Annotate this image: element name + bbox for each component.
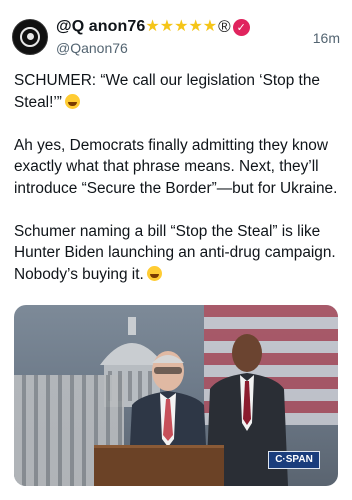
podium xyxy=(94,445,224,486)
cspan-watermark: C·SPAN xyxy=(268,451,320,469)
verified-badge-icon: ✓ xyxy=(232,18,250,36)
star-rating: ★ ★ ★ ★ ★ xyxy=(145,19,217,35)
author-namebar: @Q anon76 ★ ★ ★ ★ ★ ® ✓ xyxy=(56,15,250,39)
post-text: SCHUMER: “We call our legislation ‘Stop … xyxy=(14,70,340,307)
post-time[interactable]: 16m xyxy=(313,30,340,46)
author-name[interactable]: @Q anon76 xyxy=(56,18,145,36)
post-paragraph: Ah yes, Democrats finally admitting they… xyxy=(14,136,338,197)
star-icon: ★ xyxy=(202,18,218,35)
post-paragraph: Schumer naming a bill “Stop the Steal” i… xyxy=(14,222,336,283)
star-icon: ★ xyxy=(188,18,203,35)
avatar[interactable] xyxy=(12,19,48,55)
post-card[interactable]: @Q anon76 ★ ★ ★ ★ ★ ® ✓ @Qanon76 16m SCH… xyxy=(0,0,352,500)
star-icon: ★ xyxy=(159,18,175,35)
post-paragraph: SCHUMER: “We call our legislation ‘Stop … xyxy=(14,72,320,111)
grin-emoji-icon xyxy=(146,265,162,281)
registered-icon: ® xyxy=(218,17,231,36)
star-icon: ★ xyxy=(174,18,189,35)
post-header: @Q anon76 ★ ★ ★ ★ ★ ® ✓ @Qanon76 16m xyxy=(12,14,340,64)
post-image[interactable]: C·SPAN xyxy=(14,305,338,486)
rofl-emoji-icon xyxy=(64,93,80,109)
author-handle[interactable]: @Qanon76 xyxy=(56,40,128,56)
avatar-dot-icon xyxy=(27,33,34,40)
star-icon: ★ xyxy=(145,18,160,35)
